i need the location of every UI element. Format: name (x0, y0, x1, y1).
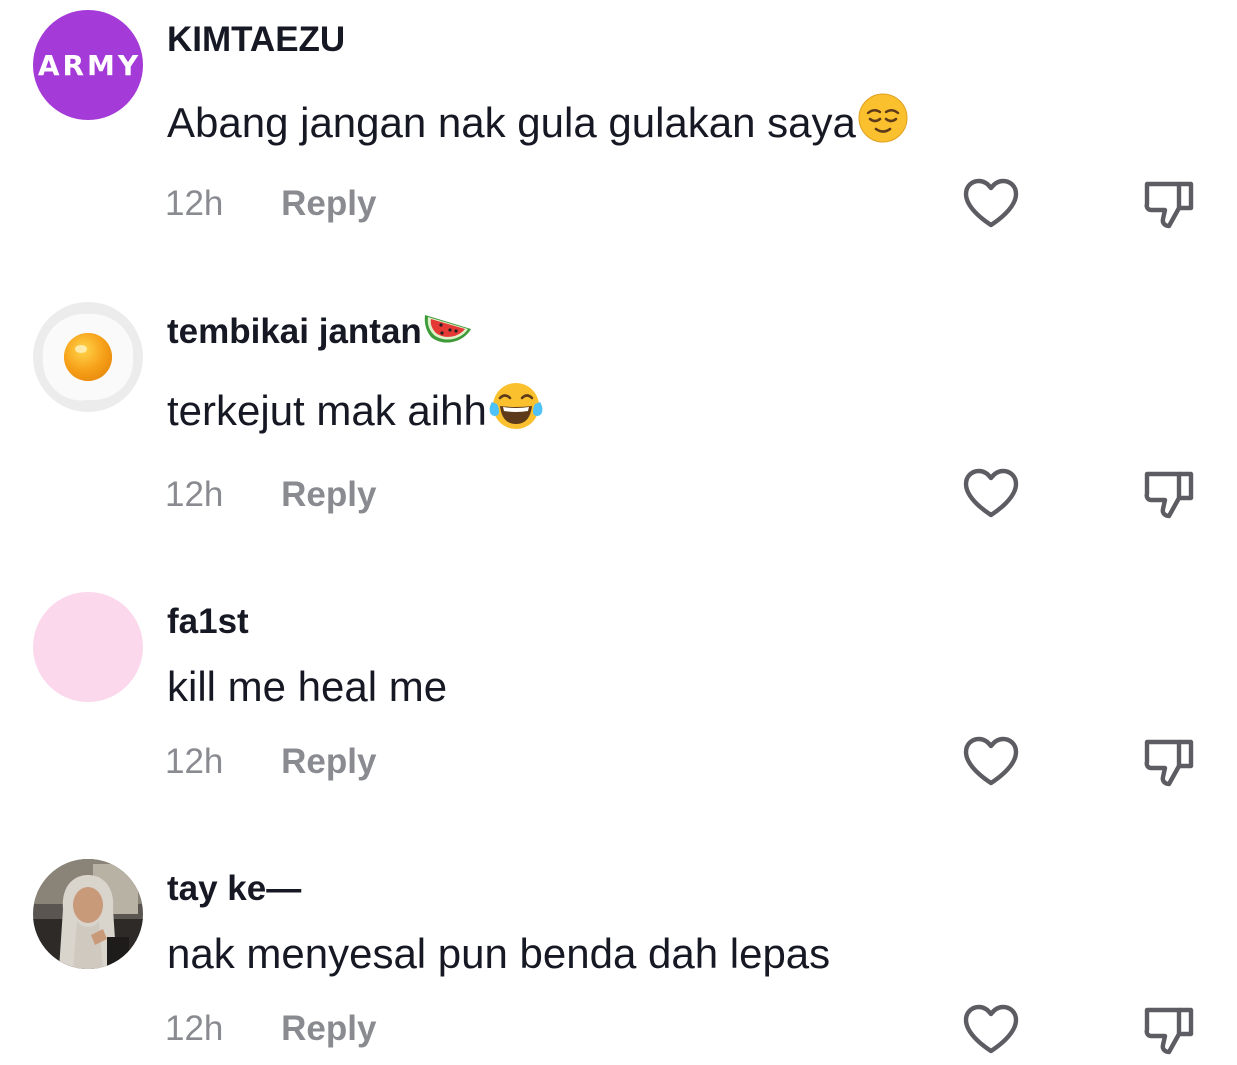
username-text: tembikai jantan (167, 312, 422, 351)
dislike-button[interactable] (1141, 468, 1195, 522)
dislike-button[interactable] (1141, 178, 1195, 232)
like-button[interactable] (962, 736, 1020, 788)
face-with-tears-of-joy-emoji-icon (488, 380, 544, 442)
comment-text: terkejut mak aihh (167, 383, 544, 438)
comment-username[interactable]: fa1st (167, 600, 249, 644)
reply-button[interactable]: Reply (281, 184, 376, 224)
like-button[interactable] (962, 178, 1020, 230)
comment-text-content: nak menyesal pun benda dah lepas (167, 930, 831, 977)
thumbs-down-icon (1144, 181, 1194, 229)
comment-item: tembikai jantan terkejut mak aihh 12h Re… (0, 260, 1237, 550)
like-button[interactable] (962, 468, 1020, 520)
avatar[interactable]: ARMY (33, 10, 143, 120)
comment-username[interactable]: tembikai jantan (167, 308, 473, 356)
heart-icon (963, 468, 1019, 518)
timestamp: 12h (165, 475, 224, 514)
comment-meta: 12h Reply (165, 184, 376, 224)
username-text: KIMTAEZU (167, 20, 346, 59)
relieved-face-emoji-icon (857, 92, 909, 154)
comment-text-content: terkejut mak aihh (167, 387, 487, 434)
reply-button[interactable]: Reply (281, 1009, 376, 1049)
timestamp: 12h (165, 1009, 224, 1048)
thumbs-down-icon (1144, 471, 1194, 519)
dislike-button[interactable] (1141, 1004, 1195, 1058)
username-text: tay ke— (167, 869, 302, 908)
comment-text: Abang jangan nak gula gulakan saya (167, 93, 909, 150)
comment-item: tay ke— nak menyesal pun benda dah lepas… (0, 820, 1237, 1065)
comment-meta: 12h Reply (165, 742, 376, 782)
comment-username[interactable]: tay ke— (167, 867, 301, 911)
timestamp: 12h (165, 184, 224, 223)
avatar[interactable] (33, 592, 143, 702)
comment-meta: 12h Reply (165, 1009, 376, 1049)
comment-meta: 12h Reply (165, 475, 376, 515)
comment-item: ARMY KIMTAEZU Abang jangan nak gula gula… (0, 0, 1237, 260)
heart-icon (963, 178, 1019, 228)
comment-text: nak menyesal pun benda dah lepas (167, 927, 830, 981)
watermelon-emoji-icon (423, 309, 473, 356)
comment-username[interactable]: KIMTAEZU (167, 18, 345, 62)
dislike-button[interactable] (1141, 736, 1195, 790)
comment-text-content: Abang jangan nak gula gulakan saya (167, 99, 856, 146)
thumbs-down-icon (1144, 1007, 1194, 1055)
comment-text-content: kill me heal me (167, 663, 448, 710)
heart-icon (963, 1004, 1019, 1054)
avatar[interactable] (33, 859, 143, 969)
fried-egg-avatar-icon (33, 302, 143, 412)
avatar[interactable] (33, 302, 143, 412)
timestamp: 12h (165, 742, 224, 781)
thumbs-down-icon (1144, 739, 1194, 787)
comment-text: kill me heal me (167, 660, 447, 714)
reply-button[interactable]: Reply (281, 742, 376, 782)
profile-photo-avatar-icon (33, 859, 143, 969)
reply-button[interactable]: Reply (281, 475, 376, 515)
comment-item: fa1st kill me heal me 12h Reply (0, 550, 1237, 820)
like-button[interactable] (962, 1004, 1020, 1056)
avatar-text: ARMY (37, 48, 142, 82)
username-text: fa1st (167, 602, 249, 641)
heart-icon (963, 736, 1019, 786)
